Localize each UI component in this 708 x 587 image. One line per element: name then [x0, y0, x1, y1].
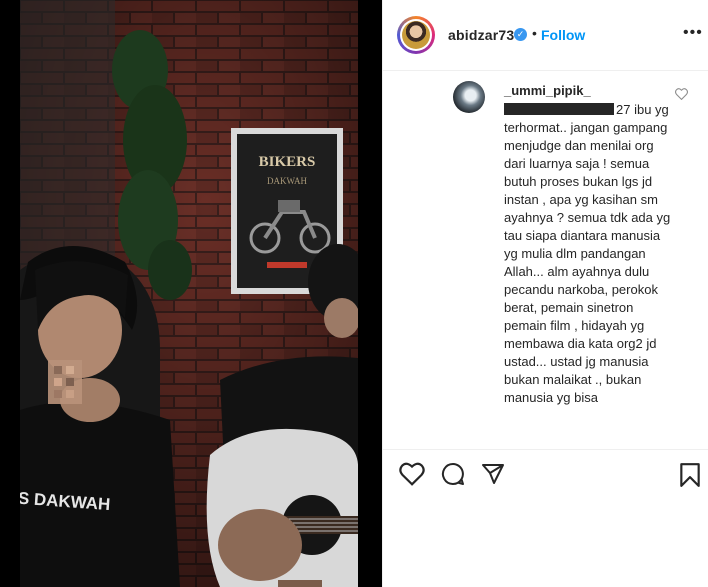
- redacted-mention[interactable]: [504, 103, 614, 115]
- commenter-avatar[interactable]: [453, 81, 485, 113]
- comment-body: ibu yg terhormat.. jangan gampang menjud…: [504, 102, 671, 405]
- action-bar: [383, 449, 708, 500]
- poster-subtitle: DAKWAH: [267, 176, 307, 186]
- follow-button[interactable]: Follow: [541, 27, 585, 43]
- comments-list[interactable]: _ummi_pipik_ 27 ibu yg terhormat.. janga…: [383, 71, 708, 449]
- author-avatar[interactable]: [397, 16, 435, 54]
- video-frame: BIKERS DAKWAH S DAKWAH: [20, 0, 358, 587]
- verified-badge-icon: ✓: [514, 28, 527, 41]
- comment-heart-icon[interactable]: [675, 88, 688, 100]
- poster-title: BIKERS: [259, 154, 316, 170]
- bookmark-icon[interactable]: [679, 462, 701, 488]
- post-header: abidzar73 ✓ • Follow •••: [383, 0, 708, 71]
- heart-icon[interactable]: [399, 462, 425, 486]
- comment-icon[interactable]: [440, 462, 466, 486]
- post-video[interactable]: BIKERS DAKWAH S DAKWAH: [20, 0, 358, 587]
- separator-dot: •: [532, 25, 537, 41]
- mention-suffix: 27: [616, 102, 631, 117]
- guitar: [206, 428, 358, 587]
- post-sidebar: abidzar73 ✓ • Follow ••• _ummi_pipik_ 27…: [382, 0, 708, 587]
- share-icon[interactable]: [480, 462, 506, 486]
- commenter-username[interactable]: _ummi_pipik_: [504, 83, 591, 98]
- comment-text: 27 ibu yg terhormat.. jangan gampang men…: [504, 101, 674, 407]
- left-letterbox: [0, 0, 20, 587]
- more-options-icon[interactable]: •••: [683, 24, 703, 42]
- right-letterbox: [358, 0, 382, 587]
- author-username[interactable]: abidzar73: [448, 27, 514, 43]
